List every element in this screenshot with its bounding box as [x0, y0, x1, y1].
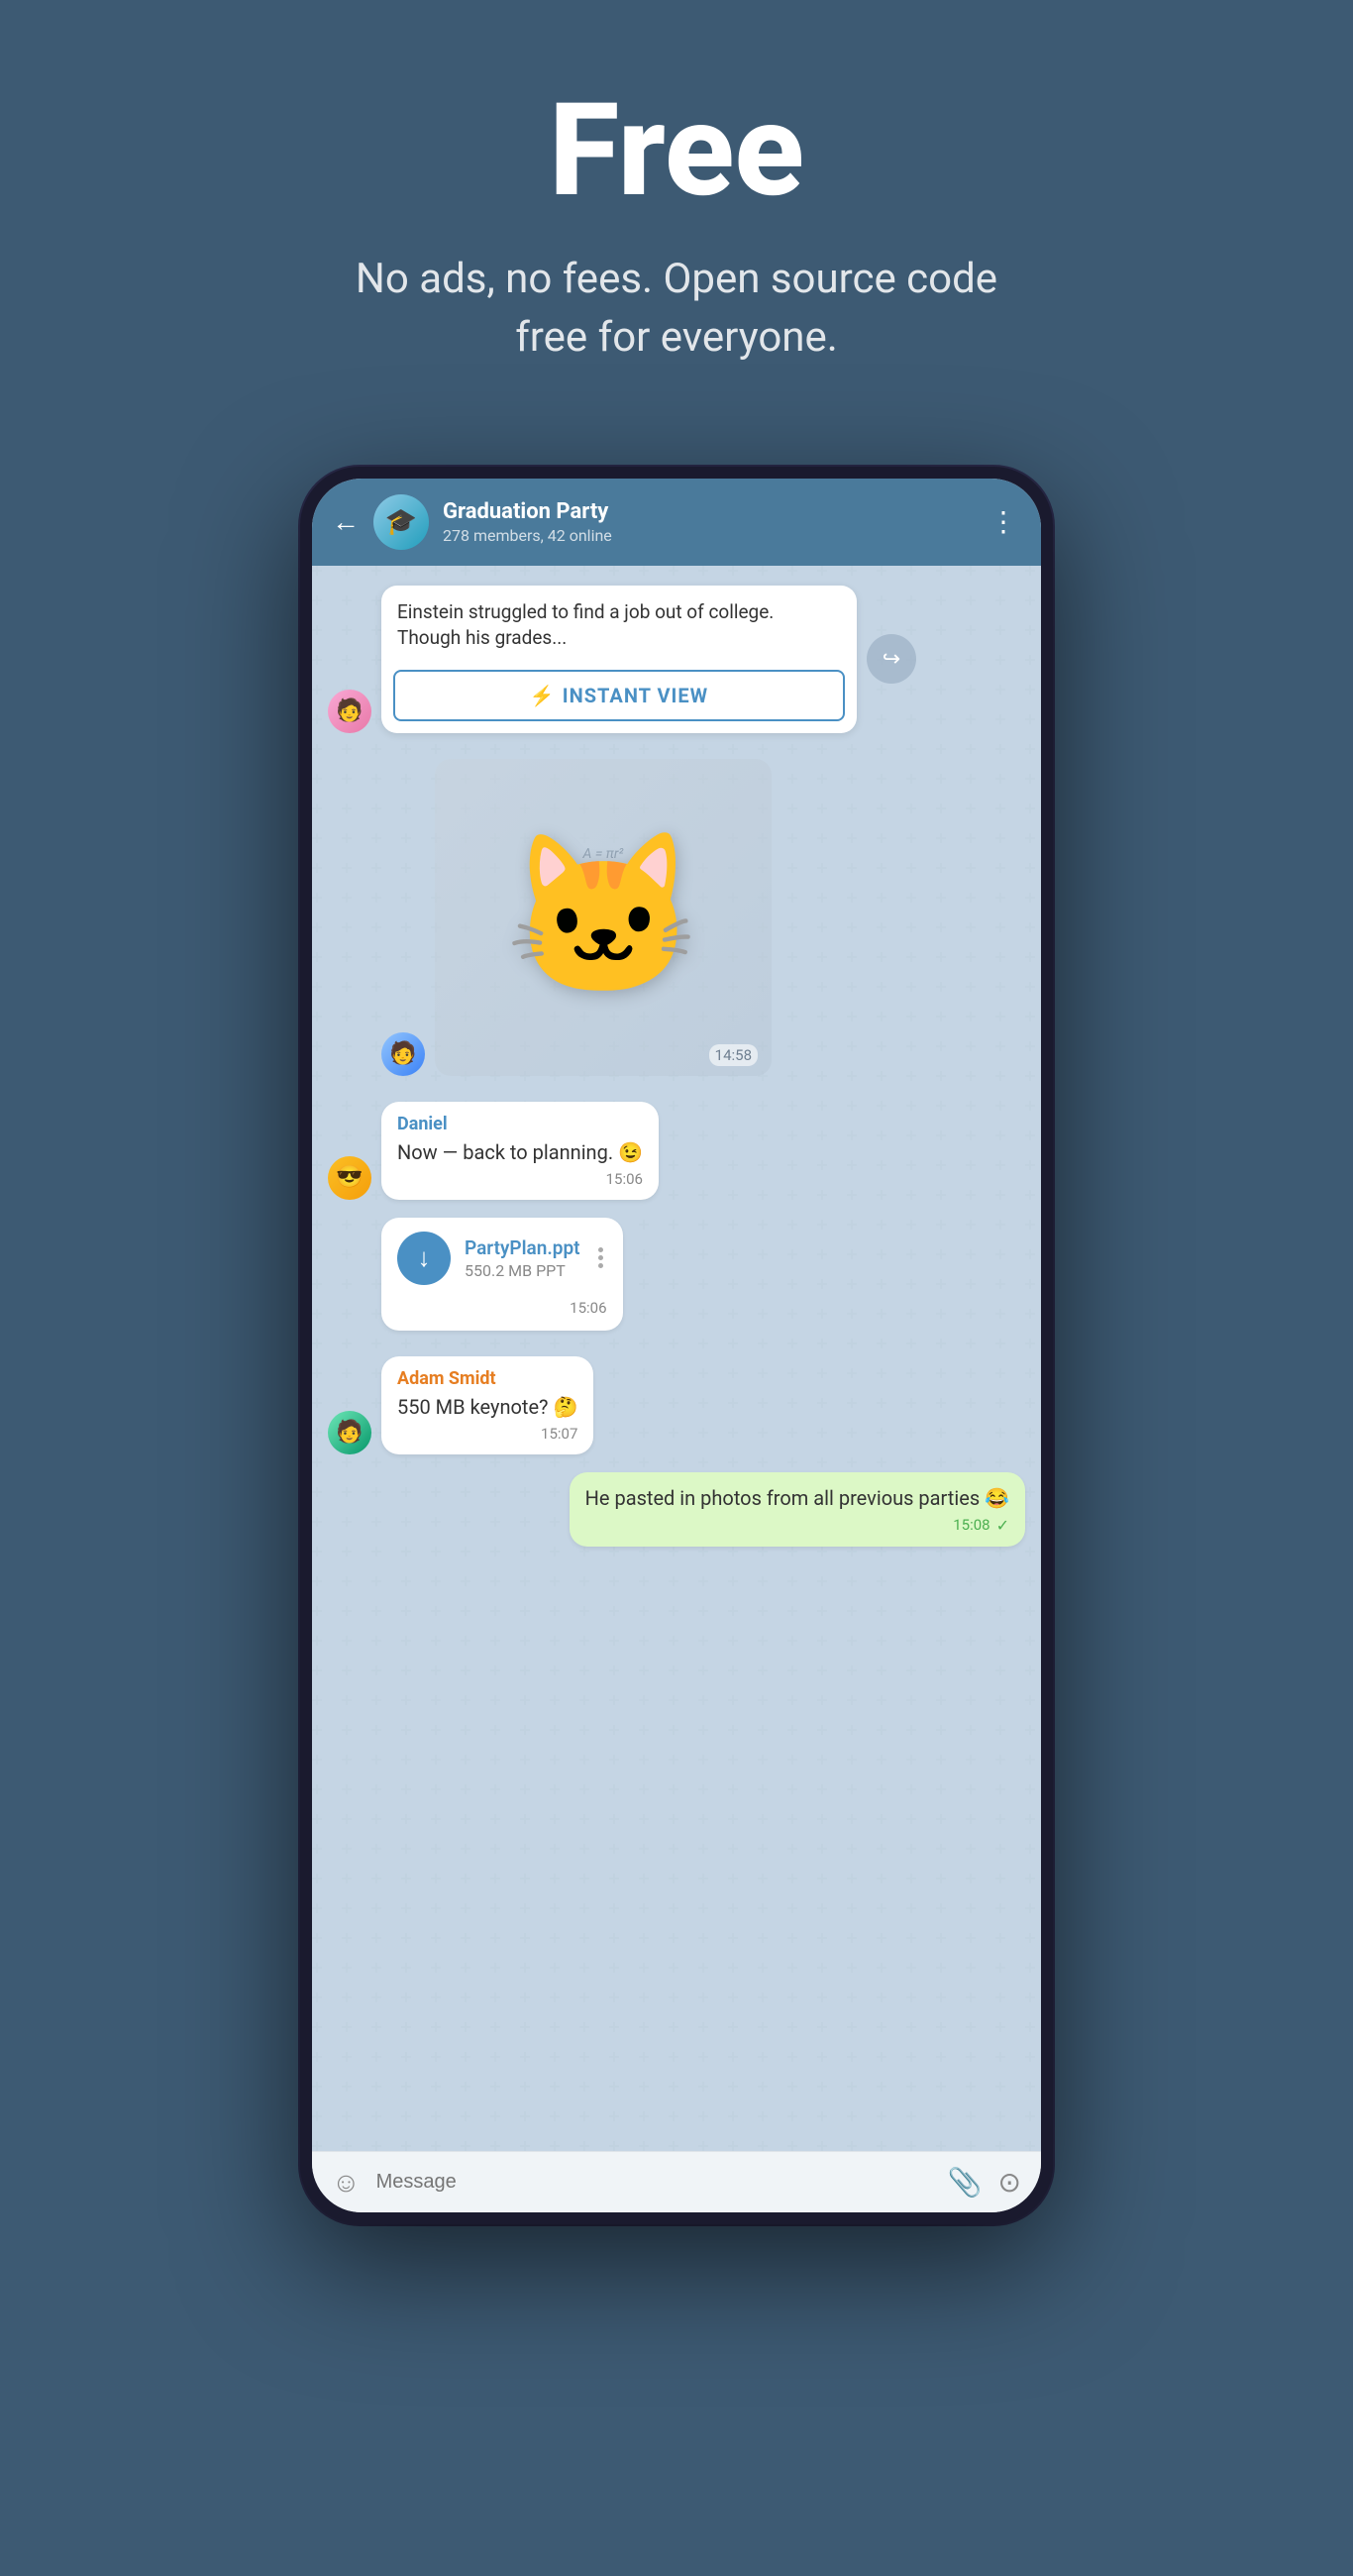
own-message-text: He pasted in photos from all previous pa…: [585, 1484, 1009, 1512]
user-avatar-girl: 🧑: [328, 690, 371, 733]
bolt-icon: ⚡: [530, 684, 555, 707]
file-bubble: ↓ PartyPlan.ppt 550.2 MB PPT: [381, 1218, 623, 1331]
input-bar: ☺ 📎 ⊙: [312, 2151, 1041, 2212]
attach-button[interactable]: 📎: [948, 2166, 983, 2199]
file-row: ↓ PartyPlan.ppt 550.2 MB PPT: [397, 1232, 607, 1285]
hero-section: Free No ads, no fees. Open source code f…: [0, 0, 1353, 427]
article-bubble: Einstein struggled to find a job out of …: [381, 586, 857, 733]
file-menu-button[interactable]: [594, 1243, 607, 1272]
daniel-message-text: Now — back to planning. 😉: [397, 1138, 643, 1166]
cat-sticker-emoji: 🐱: [504, 824, 701, 1010]
sticker-background: A = πr²V = l³P = 2πrA = πr²s = √(r²+h²)A…: [435, 759, 772, 1076]
article-message-row: 🧑 Einstein struggled to find a job out o…: [328, 586, 1025, 733]
own-message-footer: 15:08 ✓: [585, 1516, 1009, 1535]
file-message-time: 15:06: [570, 1299, 606, 1317]
group-meta: 278 members, 42 online: [443, 526, 972, 545]
file-meta: 550.2 MB PPT: [465, 1261, 580, 1280]
daniel-message-row: 😎 Daniel Now — back to planning. 😉 15:06: [328, 1102, 1025, 1200]
chat-body: 🧑 Einstein struggled to find a job out o…: [312, 566, 1041, 2151]
instant-view-label: INSTANT VIEW: [563, 684, 708, 707]
adam-sender-name: Adam Smidt: [397, 1368, 577, 1389]
download-arrow-icon: ↓: [418, 1242, 431, 1273]
emoji-button[interactable]: ☺: [332, 2166, 361, 2199]
message-input[interactable]: [376, 2167, 932, 2198]
share-button[interactable]: ↪: [867, 634, 916, 684]
file-message-row: ↓ PartyPlan.ppt 550.2 MB PPT: [328, 1218, 1025, 1331]
adam-message-text: 550 MB keynote? 🤔: [397, 1393, 577, 1421]
header-info: Graduation Party 278 members, 42 online: [443, 499, 972, 545]
hero-subtitle: No ads, no fees. Open source code free f…: [330, 251, 1023, 368]
phone-frame: ← 🎓 Graduation Party 278 members, 42 onl…: [300, 467, 1053, 2224]
file-download-button[interactable]: ↓: [397, 1232, 451, 1285]
adam-message-time: 15:07: [541, 1425, 577, 1443]
daniel-sender-name: Daniel: [397, 1114, 643, 1134]
dot3: [598, 1263, 603, 1268]
adam-message-row: 🧑 Adam Smidt 550 MB keynote? 🤔 15:07: [328, 1356, 1025, 1454]
phone-wrapper: ← 🎓 Graduation Party 278 members, 42 onl…: [300, 467, 1053, 2224]
check-mark-icon: ✓: [996, 1516, 1009, 1535]
instant-view-button[interactable]: ⚡ INSTANT VIEW: [393, 670, 845, 721]
file-name: PartyPlan.ppt: [465, 1236, 580, 1259]
user-avatar-adam: 🧑: [328, 1411, 371, 1454]
daniel-message-footer: 15:06: [397, 1170, 643, 1188]
daniel-bubble: Daniel Now — back to planning. 😉 15:06: [381, 1102, 659, 1200]
hero-title: Free: [549, 79, 804, 221]
group-avatar: 🎓: [373, 494, 429, 550]
file-message-footer: 15:06: [397, 1299, 607, 1317]
back-button[interactable]: ←: [332, 505, 360, 538]
user-avatar-boy1: 🧑: [381, 1032, 425, 1076]
group-name: Graduation Party: [443, 499, 972, 524]
header-menu-button[interactable]: ⋮: [986, 501, 1021, 542]
chat-header: ← 🎓 Graduation Party 278 members, 42 onl…: [312, 479, 1041, 566]
sticker-message-row: 🧑 A = πr²V = l³P = 2πrA = πr²s = √(r²+h²…: [328, 759, 1025, 1076]
user-avatar-daniel: 😎: [328, 1156, 371, 1200]
adam-message-footer: 15:07: [397, 1425, 577, 1443]
own-message-row: He pasted in photos from all previous pa…: [328, 1472, 1025, 1547]
adam-bubble: Adam Smidt 550 MB keynote? 🤔 15:07: [381, 1356, 593, 1454]
camera-button[interactable]: ⊙: [998, 2166, 1021, 2199]
daniel-message-time: 15:06: [606, 1170, 643, 1188]
sticker-time: 14:58: [709, 1044, 758, 1066]
own-bubble: He pasted in photos from all previous pa…: [570, 1472, 1025, 1547]
group-avatar-image: 🎓: [373, 494, 429, 550]
article-preview-text: Einstein struggled to find a job out of …: [381, 586, 857, 662]
share-icon: ↪: [883, 647, 900, 672]
own-message-time: 15:08: [953, 1516, 989, 1534]
dot1: [598, 1247, 603, 1252]
phone-screen: ← 🎓 Graduation Party 278 members, 42 onl…: [312, 479, 1041, 2212]
dot2: [598, 1255, 603, 1260]
file-info: PartyPlan.ppt 550.2 MB PPT: [465, 1236, 580, 1280]
sticker-area: A = πr²V = l³P = 2πrA = πr²s = √(r²+h²)A…: [435, 759, 772, 1076]
